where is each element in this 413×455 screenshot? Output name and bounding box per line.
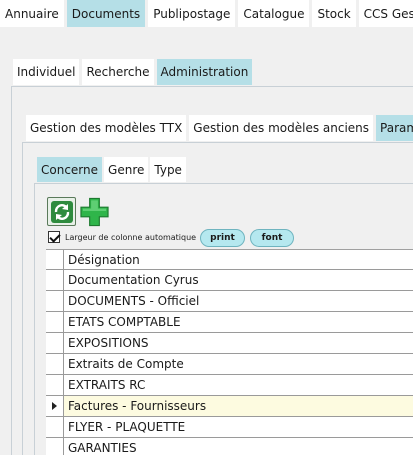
row-selector[interactable] (46, 312, 64, 332)
tab-gestion-modeles-anciens[interactable]: Gestion des modèles anciens (189, 115, 374, 141)
row-cell[interactable]: Factures - Fournisseurs (64, 396, 206, 416)
table-row-selected[interactable]: Factures - Fournisseurs (46, 396, 413, 417)
section-tabbar: Individuel Recherche Administration (13, 59, 255, 85)
tab-recherche[interactable]: Recherche (82, 59, 154, 85)
tab-documents[interactable]: Documents (66, 0, 146, 27)
tab-type[interactable]: Type (150, 157, 186, 182)
row-cell[interactable]: EXPOSITIONS (64, 333, 149, 353)
row-cell[interactable]: Extraits de Compte (64, 354, 184, 374)
print-button[interactable]: print (200, 229, 245, 247)
table-row[interactable]: FLYER - PLAQUETTE (46, 417, 413, 438)
refresh-button[interactable] (47, 197, 76, 226)
admin-tabbar: Gestion des modèles TTX Gestion des modè… (26, 115, 413, 141)
row-cell[interactable]: GARANTIES (64, 438, 137, 455)
auto-width-option: Largeur de colonne automatique (48, 231, 196, 243)
tab-parametres[interactable]: Paramètres (376, 115, 413, 141)
designation-grid: Désignation Documentation Cyrus DOCUMENT… (46, 249, 413, 455)
table-row[interactable]: GARANTIES (46, 438, 413, 455)
row-selector[interactable] (46, 270, 64, 290)
row-selector[interactable] (46, 417, 64, 437)
tab-administration[interactable]: Administration (156, 59, 253, 85)
row-cell[interactable]: ETATS COMPTABLE (64, 312, 181, 332)
tab-annuaire[interactable]: Annuaire (0, 0, 64, 27)
tab-ccs-gestion[interactable]: CCS Gestion (358, 0, 413, 27)
grid-header-row: Désignation (46, 250, 413, 270)
tab-individuel[interactable]: Individuel (13, 59, 80, 85)
current-row-arrow-icon (52, 402, 57, 410)
auto-width-checkbox[interactable] (48, 231, 60, 243)
row-selector[interactable] (46, 333, 64, 353)
row-selector[interactable] (46, 396, 64, 416)
tab-gestion-modeles-ttx[interactable]: Gestion des modèles TTX (26, 115, 187, 141)
row-selector[interactable] (46, 438, 64, 455)
tab-concerne[interactable]: Concerne (37, 157, 103, 182)
table-row[interactable]: Documentation Cyrus (46, 270, 413, 291)
add-button[interactable] (80, 197, 109, 226)
table-row[interactable]: Extraits de Compte (46, 354, 413, 375)
table-row[interactable]: EXPOSITIONS (46, 333, 413, 354)
tab-genre[interactable]: Genre (104, 157, 149, 182)
app-window: Annuaire Documents Publipostage Catalogu… (0, 0, 413, 455)
row-header-corner (46, 250, 64, 269)
font-button[interactable]: font (250, 229, 294, 247)
top-tabbar: Annuaire Documents Publipostage Catalogu… (0, 0, 413, 27)
column-header-designation[interactable]: Désignation (64, 250, 140, 269)
row-cell[interactable]: Documentation Cyrus (64, 270, 199, 290)
table-row[interactable]: EXTRAITS RC (46, 375, 413, 396)
tab-stock[interactable]: Stock (312, 0, 356, 27)
row-cell[interactable]: DOCUMENTS - Officiel (64, 291, 199, 311)
row-selector[interactable] (46, 291, 64, 311)
tab-publipostage[interactable]: Publipostage (148, 0, 236, 27)
row-cell[interactable]: EXTRAITS RC (64, 375, 145, 395)
row-selector[interactable] (46, 375, 64, 395)
row-selector[interactable] (46, 354, 64, 374)
auto-width-label: Largeur de colonne automatique (65, 232, 197, 242)
refresh-icon (50, 200, 73, 223)
plus-icon (80, 197, 109, 226)
tab-catalogue[interactable]: Catalogue (238, 0, 310, 27)
table-row[interactable]: ETATS COMPTABLE (46, 312, 413, 333)
table-row[interactable]: DOCUMENTS - Officiel (46, 291, 413, 312)
row-cell[interactable]: FLYER - PLAQUETTE (64, 417, 185, 437)
param-tabbar: Concerne Genre Type (37, 157, 188, 182)
